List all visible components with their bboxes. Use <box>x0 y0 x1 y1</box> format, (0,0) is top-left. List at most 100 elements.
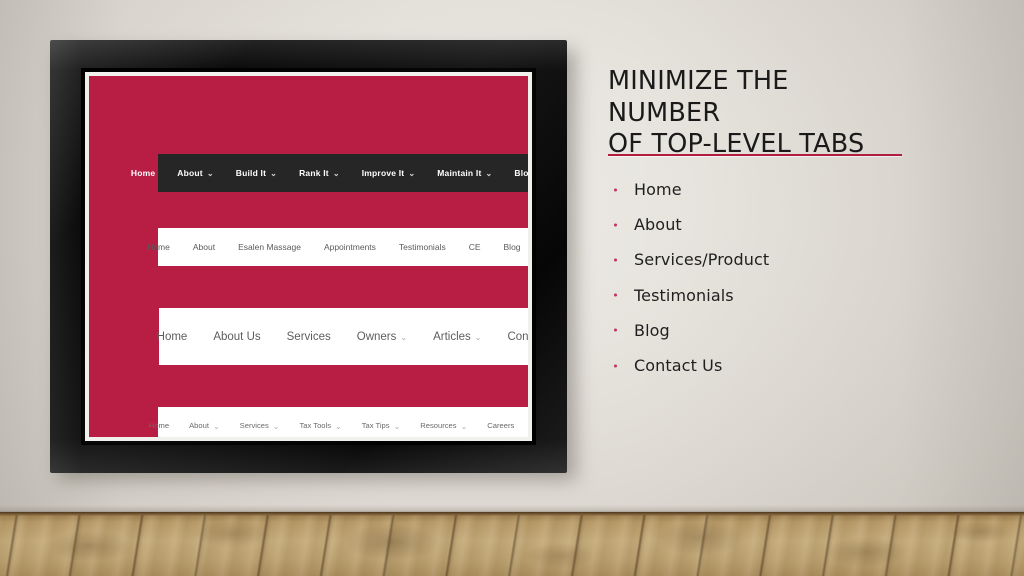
bullet-dot-icon <box>614 364 617 368</box>
page-title-line-1: MINIMIZE THE NUMBER <box>608 66 789 128</box>
bullet-item: Blog <box>608 313 988 348</box>
chevron-down-icon: ⌄ <box>335 421 342 431</box>
nav-item-about[interactable]: About <box>193 242 215 252</box>
framed-artwork: Home About ⌄ Build It ⌄ Rank It ⌄ Improve It ⌄ Ma… <box>89 76 528 437</box>
chevron-down-icon: ⌄ <box>212 421 220 431</box>
nav-item-home[interactable]: Home <box>131 168 155 178</box>
nav-item-label: About <box>192 242 216 252</box>
nav-item-label: Esalen Massage <box>238 242 301 252</box>
nav-item-label: Contact Us <box>507 330 528 343</box>
nav-item-label: Tax Tools <box>299 421 332 430</box>
nav-item-label: Blog <box>503 242 521 252</box>
chevron-down-icon: ⌄ <box>474 332 482 342</box>
nav-item-label: Careers <box>487 421 515 430</box>
nav-item-label: Testimonials <box>398 242 446 252</box>
page-title: MINIMIZE THE NUMBER OF TOP-LEVEL TABS <box>608 66 908 161</box>
chevron-down-icon: ⌄ <box>272 421 280 431</box>
example-navbar-esalen: Home About Esalen Massage Appointments Testi… <box>147 228 528 266</box>
picture-frame: Home About ⌄ Build It ⌄ Rank It ⌄ Improve It ⌄ Ma… <box>50 40 567 473</box>
nav-item-label: Build It <box>235 168 267 178</box>
nav-item-improve-it[interactable]: Improve It ⌄ <box>362 168 416 178</box>
title-divider-rule <box>608 154 902 156</box>
nav-item-home[interactable]: Home <box>147 242 170 252</box>
nav-item-owners[interactable]: Owners ⌄ <box>357 331 407 343</box>
nav-item-label: Home <box>147 242 170 252</box>
nav-item-build-it[interactable]: Build It ⌄ <box>236 168 277 178</box>
nav-item-label: About Us <box>213 330 261 343</box>
nav-item-label: Rank It <box>299 168 329 178</box>
nav-item-careers[interactable]: Careers <box>487 421 514 430</box>
nav-item-blog[interactable]: Blog <box>514 168 528 178</box>
example-navbar-dark: Home About ⌄ Build It ⌄ Rank It ⌄ Improve It ⌄ Ma… <box>131 154 528 192</box>
nav-item-label: Home <box>130 168 156 178</box>
bullet-dot-icon <box>614 188 617 192</box>
bullet-dot-icon <box>614 293 617 297</box>
bullet-label: Home <box>634 180 682 199</box>
chevron-down-icon: ⌄ <box>460 421 468 431</box>
chevron-down-icon: ⌄ <box>485 169 493 178</box>
nav-item-services[interactable]: Services ⌄ <box>240 421 280 430</box>
bullet-label: Contact Us <box>634 355 723 375</box>
nav-item-tax-tips[interactable]: Tax Tips ⌄ <box>362 421 401 430</box>
chevron-down-icon: ⌄ <box>332 169 340 178</box>
nav-item-maintain-it[interactable]: Maintain It ⌄ <box>437 168 492 178</box>
nav-item-tax-tools[interactable]: Tax Tools ⌄ <box>300 421 342 430</box>
chevron-down-icon: ⌄ <box>270 169 278 178</box>
nav-item-home[interactable]: Home <box>149 421 169 430</box>
chevron-down-icon: ⌄ <box>408 169 416 178</box>
nav-item-label: Home <box>148 421 170 430</box>
chevron-down-icon: ⌄ <box>400 332 408 342</box>
wooden-floor <box>0 512 1024 576</box>
bullet-dot-icon <box>614 328 617 332</box>
bullet-list: Home About Services/Product Testimonials Blo… <box>608 172 988 383</box>
example-navbar-tax: Home About ⌄ Services ⌄ Tax Tools ⌄ Tax Tips ⌄ Re… <box>149 407 528 437</box>
frame-highlight-left <box>50 40 82 473</box>
nav-item-label: Appointments <box>323 242 376 252</box>
nav-item-about[interactable]: About ⌄ <box>177 168 213 178</box>
frame-highlight-top <box>50 40 567 70</box>
nav-item-label: CE <box>468 242 481 252</box>
nav-item-about[interactable]: About ⌄ <box>189 421 220 430</box>
bullet-item: About <box>608 207 988 242</box>
nav-item-label: Improve It <box>361 168 405 178</box>
nav-item-about-us[interactable]: About Us <box>213 331 260 343</box>
nav-item-label: Services <box>286 330 331 343</box>
nav-item-ce[interactable]: CE <box>469 242 481 252</box>
nav-item-label: Blog <box>514 168 528 178</box>
nav-item-label: About <box>189 421 209 430</box>
chevron-down-icon: ⌄ <box>393 421 401 431</box>
nav-item-articles[interactable]: Articles ⌄ <box>433 331 481 343</box>
nav-item-services[interactable]: Services <box>287 331 331 343</box>
nav-item-label: Tax Tips <box>361 421 390 430</box>
nav-item-label: Home <box>156 330 188 343</box>
floor-wood-grain <box>0 512 1024 576</box>
nav-item-label: About <box>177 168 203 178</box>
nav-item-label: Maintain It <box>437 168 482 178</box>
nav-item-resources[interactable]: Resources ⌄ <box>420 421 467 430</box>
nav-item-testimonials[interactable]: Testimonials <box>399 242 446 252</box>
bullet-label: Blog <box>634 320 670 340</box>
bullet-dot-icon <box>614 223 617 227</box>
nav-item-label: Services <box>239 421 269 430</box>
nav-item-blog[interactable]: Blog <box>504 242 521 252</box>
nav-item-contact-us[interactable]: Contact Us <box>507 331 528 343</box>
bullet-label: Testimonials <box>634 285 734 305</box>
example-navbar-large: HomeAbout UsServicesOwners⌄Articles⌄Cont… <box>157 308 528 365</box>
nav-item-esalen-massage[interactable]: Esalen Massage <box>238 242 301 252</box>
bullet-item: Services/Product <box>608 242 988 277</box>
bullet-item: Contact Us <box>608 348 988 383</box>
bullet-label: About <box>634 215 682 235</box>
slide-canvas: Home About ⌄ Build It ⌄ Rank It ⌄ Improve It ⌄ Ma… <box>0 0 1024 576</box>
bullet-item: Testimonials <box>608 278 988 313</box>
nav-item-label: Resources <box>420 421 457 430</box>
nav-item-rank-it[interactable]: Rank It ⌄ <box>299 168 340 178</box>
nav-item-label: Owners <box>356 330 397 343</box>
nav-item-appointments[interactable]: Appointments <box>324 242 376 252</box>
nav-item-label: Articles <box>433 330 471 343</box>
bullet-item: Home <box>608 172 988 207</box>
slide-content: MINIMIZE THE NUMBER OF TOP-LEVEL TABS <box>608 66 974 161</box>
bullet-label: Services/Product <box>634 250 770 270</box>
nav-item-home[interactable]: Home <box>157 331 188 343</box>
bullet-dot-icon <box>614 258 617 262</box>
chevron-down-icon: ⌄ <box>206 169 214 178</box>
